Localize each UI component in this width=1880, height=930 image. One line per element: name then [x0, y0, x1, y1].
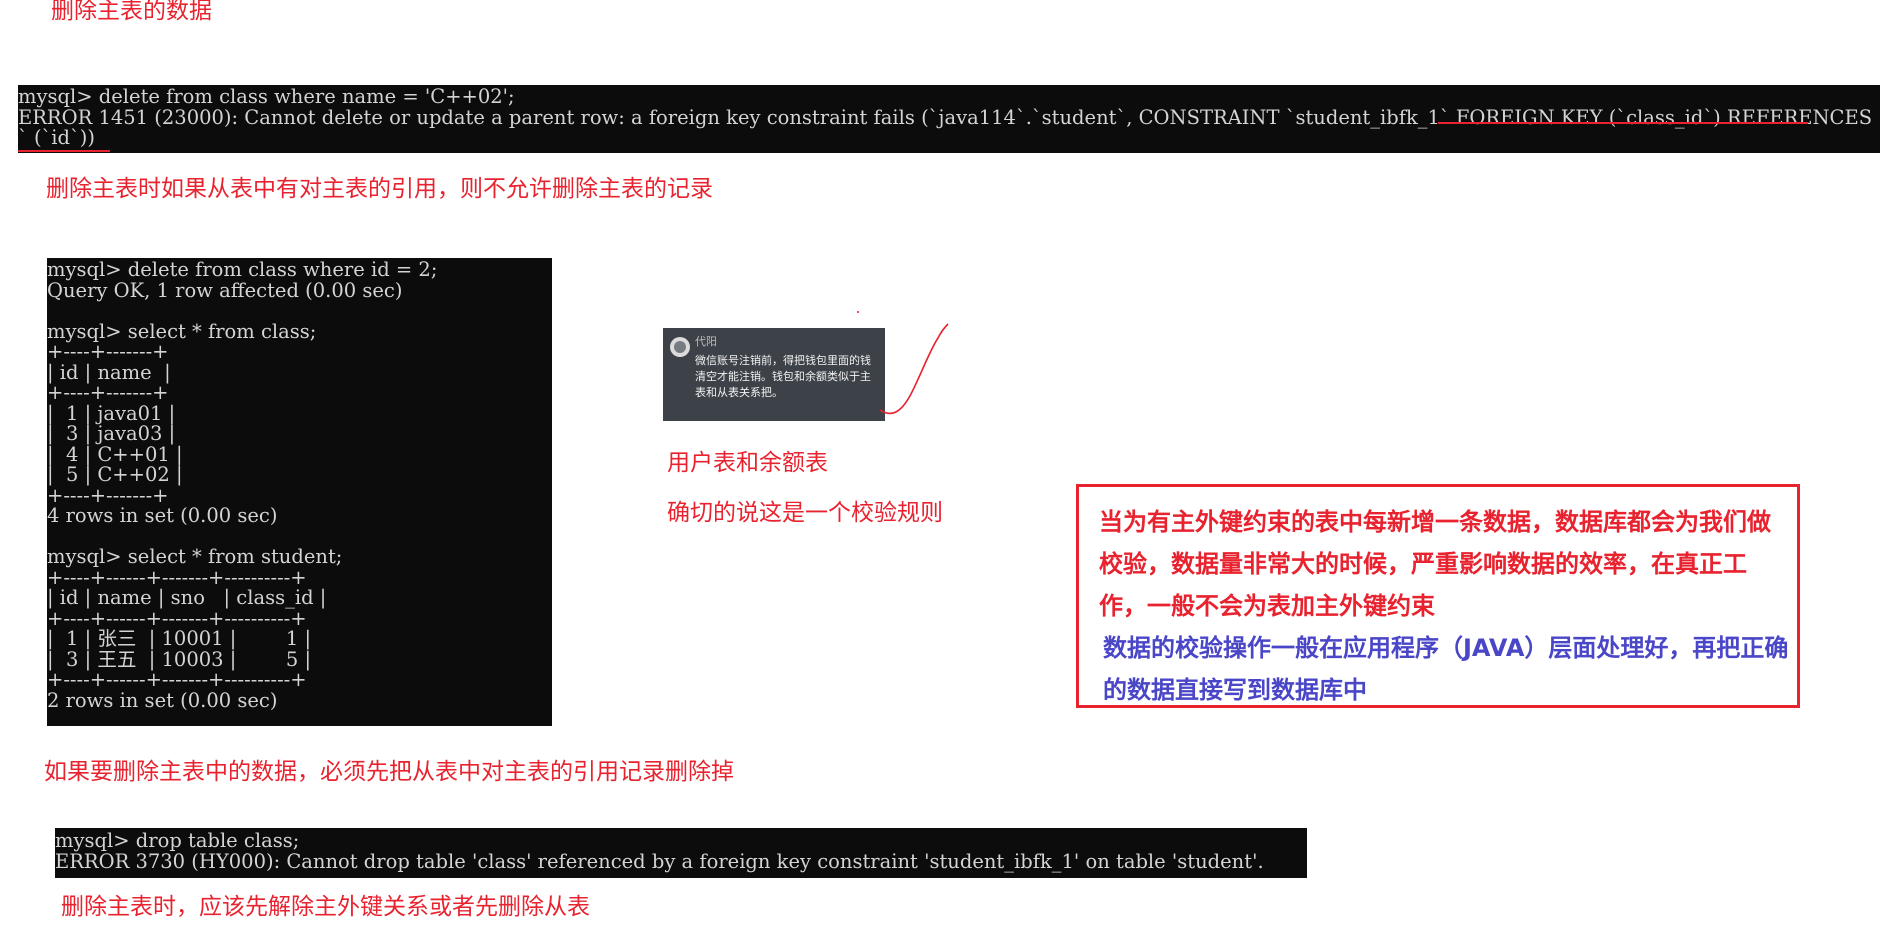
callout-warning-text: 当为有主外键约束的表中每新增一条数据，数据库都会为我们做校验，数据量非常大的时候… [1099, 508, 1771, 620]
callout-box: 当为有主外键约束的表中每新增一条数据，数据库都会为我们做校验，数据量非常大的时候… [1076, 484, 1800, 708]
chat-message-text: 微信账号注销前，得把钱包里面的钱清空才能注销。钱包和余额类似于主表和从表关系把。 [695, 354, 871, 399]
terminal-line: ERROR 3730 (HY000): Cannot drop table 'c… [55, 849, 1264, 873]
red-underline-foreign-key [1438, 122, 1808, 124]
terminal-line: | id | name | [47, 360, 171, 384]
note-user-balance: 用户表和余额表 [667, 450, 828, 476]
terminal-line: | 3 | java03 | [47, 422, 176, 445]
terminal-line: +----+------+-------+----------+ [47, 606, 307, 630]
chat-message-card: 代阳 微信账号注销前，得把钱包里面的钱清空才能注销。钱包和余额类似于主表和从表关… [663, 328, 885, 421]
red-dot-mark [857, 311, 859, 313]
page-title: 删除主表的数据 [51, 0, 212, 24]
terminal-line: mysql> select * from class; [47, 319, 317, 343]
terminal-line: | 1 | java01 | [47, 401, 176, 425]
terminal-line: +----+-------+ [47, 483, 169, 507]
terminal-output: mysql> drop table class; ERROR 3730 (HY00… [55, 829, 1307, 873]
terminal-line: | id | name | sno | class_id | [47, 586, 327, 609]
terminal-line: | 1 | 张三 | 10001 | 1 | [47, 627, 312, 650]
terminal-line: ERROR 1451 (23000): Cannot delete or upd… [18, 105, 1880, 129]
terminal-line: +----+------+-------+----------+ [47, 668, 307, 691]
note-delete-references-first: 如果要删除主表中的数据，必须先把从表中对主表的引用记录删除掉 [44, 759, 734, 785]
terminal-line: 2 rows in set (0.00 sec) [47, 688, 278, 712]
terminal-output: mysql> delete from class where name = 'C… [18, 85, 1880, 149]
terminal-delete-by-name: mysql> delete from class where name = 'C… [18, 85, 1880, 153]
chat-sender-name: 代阳 [695, 335, 717, 348]
note-delete-restricted: 删除主表时如果从表中有对主表的引用，则不允许删除主表的记录 [46, 176, 713, 202]
red-underline-id [18, 150, 110, 152]
note-validation-rule: 确切的说这是一个校验规则 [667, 500, 943, 526]
terminal-line: | 3 | 王五 | 10003 | 5 | [47, 647, 312, 671]
red-checkmark-scribble [879, 323, 949, 415]
callout-advice-text: 数据的校验操作一般在应用程序（JAVA）层面处理好，再把正确的数据直接写到数据库… [1103, 634, 1789, 704]
terminal-line: | 4 | C++01 | [47, 442, 183, 466]
terminal-drop-table: mysql> drop table class; ERROR 3730 (HY00… [55, 828, 1307, 878]
terminal-line: mysql> select * from student; [47, 545, 343, 568]
terminal-line: Query OK, 1 row affected (0.00 sec) [47, 278, 403, 302]
terminal-line: +----+-------+ [47, 381, 169, 404]
terminal-line: +----+------+-------+----------+ [47, 565, 307, 589]
note-drop-order: 删除主表时，应该先解除主外键关系或者先删除从表 [61, 894, 590, 920]
terminal-delete-by-id: mysql> delete from class where id = 2; Qu… [47, 258, 552, 726]
terminal-line: | 5 | C++02 | [47, 463, 183, 486]
terminal-line: ` (`id`)) [18, 126, 95, 149]
terminal-line: 4 rows in set (0.00 sec) [47, 504, 278, 527]
terminal-line: mysql> delete from class where id = 2; [47, 258, 438, 281]
avatar [670, 337, 690, 357]
terminal-output: mysql> delete from class where id = 2; Qu… [47, 258, 552, 712]
terminal-line: mysql> drop table class; [55, 829, 300, 852]
terminal-line: mysql> delete from class where name = 'C… [18, 85, 515, 108]
terminal-line: +----+-------+ [47, 340, 169, 363]
